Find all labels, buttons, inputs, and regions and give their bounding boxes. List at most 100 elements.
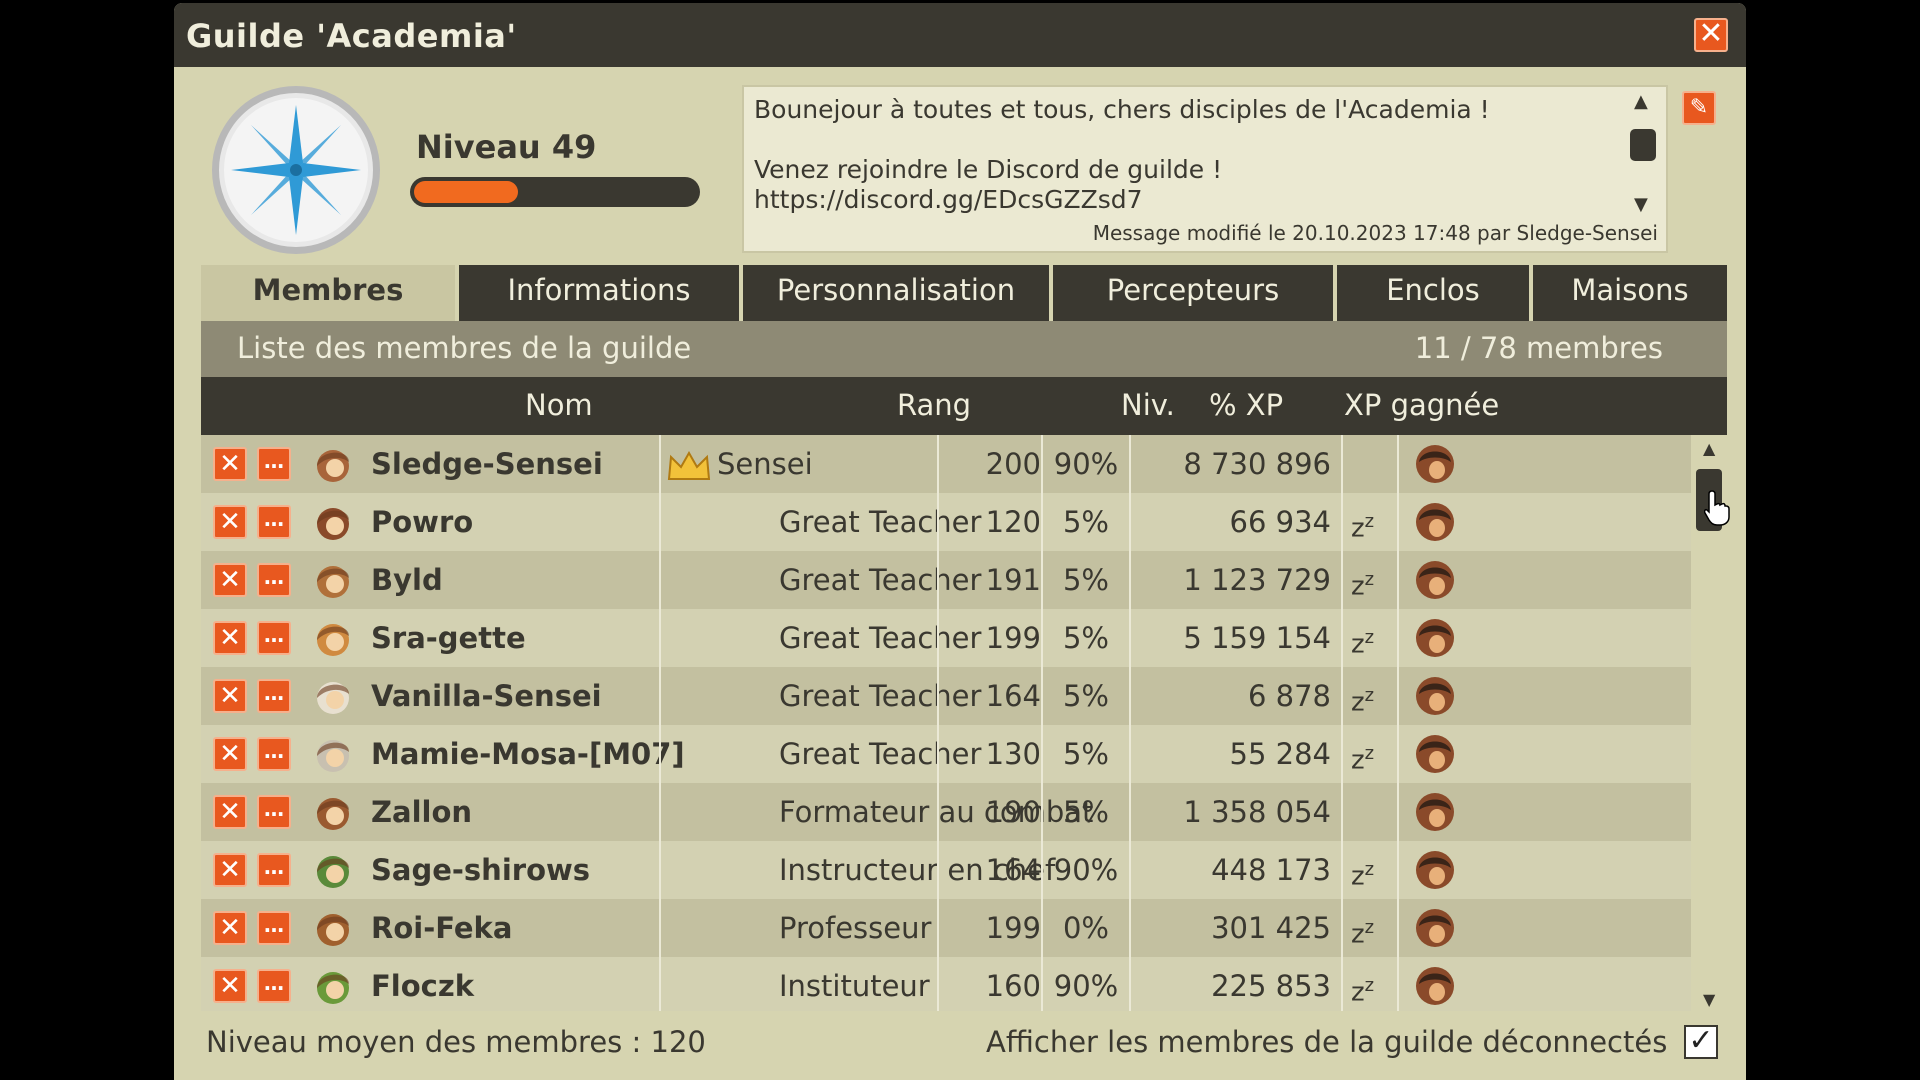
guild-message[interactable]: Bounejour à toutes et tous, chers discip…	[742, 85, 1668, 253]
kick-member-button[interactable]: ✕	[213, 911, 247, 945]
member-xp-gained: 448 173	[1211, 853, 1331, 887]
member-row[interactable]: ✕ … Powro Great Teacher 120 5% 66 934 zz	[201, 493, 1691, 551]
tab-enclos[interactable]: Enclos	[1337, 265, 1529, 321]
column-xp-percent[interactable]: % XP	[1209, 388, 1283, 422]
member-row[interactable]: ✕ … Mamie-Mosa-[M07] Great Teacher 130 5…	[201, 725, 1691, 783]
member-rank[interactable]: Sensei	[667, 435, 813, 493]
member-name[interactable]: Vanilla-Sensei	[371, 667, 602, 725]
face-icon[interactable]	[1413, 616, 1457, 660]
scroll-up-icon[interactable]: ▲	[1634, 91, 1648, 112]
kick-member-button[interactable]: ✕	[213, 447, 247, 481]
member-xp-percent[interactable]: 5%	[1043, 725, 1129, 783]
sleep-icon: zz	[1351, 975, 1375, 1008]
tab-personnalisation[interactable]: Personnalisation	[743, 265, 1049, 321]
member-avatar	[317, 450, 349, 482]
member-name[interactable]: Floczk	[371, 957, 474, 1011]
close-icon: ✕	[219, 623, 241, 653]
kick-member-button[interactable]: ✕	[213, 621, 247, 655]
kick-member-button[interactable]: ✕	[213, 969, 247, 1003]
member-xp-percent[interactable]: 90%	[1043, 957, 1129, 1011]
member-row[interactable]: ✕ … Sage-shirows Instructeur en chef 164…	[201, 841, 1691, 899]
member-options-button[interactable]: …	[257, 621, 291, 655]
member-options-button[interactable]: …	[257, 969, 291, 1003]
tab-membres[interactable]: Membres	[201, 265, 455, 321]
face-icon[interactable]	[1413, 732, 1457, 776]
member-row[interactable]: ✕ … Zallon Formateur au combat 190 5% 1 …	[201, 783, 1691, 841]
column-level[interactable]: Niv.	[1121, 388, 1175, 422]
message-scrollbar[interactable]: ▲ ▼	[1626, 91, 1660, 215]
face-icon[interactable]	[1413, 964, 1457, 1008]
member-rank[interactable]: Professeur	[779, 899, 931, 957]
face-icon[interactable]	[1413, 674, 1457, 718]
member-options-button[interactable]: …	[257, 853, 291, 887]
member-xp-percent[interactable]: 0%	[1043, 899, 1129, 957]
member-options-button[interactable]: …	[257, 447, 291, 481]
member-rank[interactable]: Instituteur	[779, 957, 930, 1011]
member-name[interactable]: Powro	[371, 493, 473, 551]
column-name[interactable]: Nom	[525, 388, 593, 422]
member-options-button[interactable]: …	[257, 795, 291, 829]
scroll-up-icon[interactable]: ▲	[1703, 439, 1715, 458]
sleep-icon: zz	[1351, 685, 1375, 718]
face-icon[interactable]	[1413, 848, 1457, 892]
more-icon: …	[264, 855, 284, 879]
face-icon[interactable]	[1413, 558, 1457, 602]
kick-member-button[interactable]: ✕	[213, 795, 247, 829]
member-row[interactable]: ✕ … Byld Great Teacher 191 5% 1 123 729 …	[201, 551, 1691, 609]
tab-maisons[interactable]: Maisons	[1533, 265, 1727, 321]
member-options-button[interactable]: …	[257, 679, 291, 713]
tab-percepteurs[interactable]: Percepteurs	[1053, 265, 1333, 321]
member-rank-label: Sensei	[717, 447, 813, 481]
kick-member-button[interactable]: ✕	[213, 679, 247, 713]
member-row[interactable]: ✕ … Vanilla-Sensei Great Teacher 164 5% …	[201, 667, 1691, 725]
member-name[interactable]: Sledge-Sensei	[371, 435, 603, 493]
show-offline-checkbox[interactable]: ✓	[1684, 1025, 1718, 1059]
kick-member-button[interactable]: ✕	[213, 853, 247, 887]
member-name[interactable]: Zallon	[371, 783, 472, 841]
member-row[interactable]: ✕ … Roi-Feka Professeur 199 0% 301 425 z…	[201, 899, 1691, 957]
member-name[interactable]: Mamie-Mosa-[M07]	[371, 725, 685, 783]
member-name[interactable]: Sra-gette	[371, 609, 526, 667]
title-bar[interactable]: Guilde 'Academia' ✕	[174, 3, 1746, 67]
member-xp-percent[interactable]: 90%	[1043, 435, 1129, 493]
member-row[interactable]: ✕ … Floczk Instituteur 160 90% 225 853 z…	[201, 957, 1691, 1011]
edit-message-button[interactable]: ✎	[1682, 91, 1716, 125]
member-avatar	[317, 856, 349, 888]
member-row[interactable]: ✕ … Sra-gette Great Teacher 199 5% 5 159…	[201, 609, 1691, 667]
member-xp-percent[interactable]: 90%	[1043, 841, 1129, 899]
close-button[interactable]: ✕	[1694, 18, 1728, 52]
member-xp-percent[interactable]: 5%	[1043, 493, 1129, 551]
member-options-button[interactable]: …	[257, 505, 291, 539]
face-icon[interactable]	[1413, 906, 1457, 950]
member-options-button[interactable]: …	[257, 911, 291, 945]
member-options-button[interactable]: …	[257, 563, 291, 597]
member-options-button[interactable]: …	[257, 737, 291, 771]
tab-informations[interactable]: Informations	[459, 265, 739, 321]
member-level: 164	[985, 853, 1041, 887]
scroll-thumb[interactable]	[1630, 129, 1656, 161]
member-xp-percent[interactable]: 5%	[1043, 667, 1129, 725]
member-xp-percent[interactable]: 5%	[1043, 551, 1129, 609]
kick-member-button[interactable]: ✕	[213, 737, 247, 771]
member-name[interactable]: Roi-Feka	[371, 899, 512, 957]
member-row[interactable]: ✕ … Sledge-Sensei Sensei 200 90% 8 730 8…	[201, 435, 1691, 493]
column-rank[interactable]: Rang	[897, 388, 971, 422]
member-name[interactable]: Sage-shirows	[371, 841, 590, 899]
face-icon[interactable]	[1413, 442, 1457, 486]
scroll-down-icon[interactable]: ▼	[1703, 990, 1715, 1009]
column-xp-gained[interactable]: XP gagnée	[1344, 388, 1499, 422]
member-name[interactable]: Byld	[371, 551, 443, 609]
member-level: 199	[985, 911, 1041, 945]
face-icon[interactable]	[1413, 790, 1457, 834]
kick-member-button[interactable]: ✕	[213, 563, 247, 597]
member-xp-percent[interactable]: 5%	[1043, 783, 1129, 841]
member-rank-label: Professeur	[779, 911, 932, 945]
close-icon: ✕	[219, 971, 241, 1001]
member-avatar	[317, 972, 349, 1004]
member-avatar	[317, 508, 349, 540]
member-xp-percent[interactable]: 5%	[1043, 609, 1129, 667]
guild-message-text: Bounejour à toutes et tous, chers discip…	[754, 95, 1490, 214]
kick-member-button[interactable]: ✕	[213, 505, 247, 539]
face-icon[interactable]	[1413, 500, 1457, 544]
scroll-down-icon[interactable]: ▼	[1634, 194, 1648, 215]
